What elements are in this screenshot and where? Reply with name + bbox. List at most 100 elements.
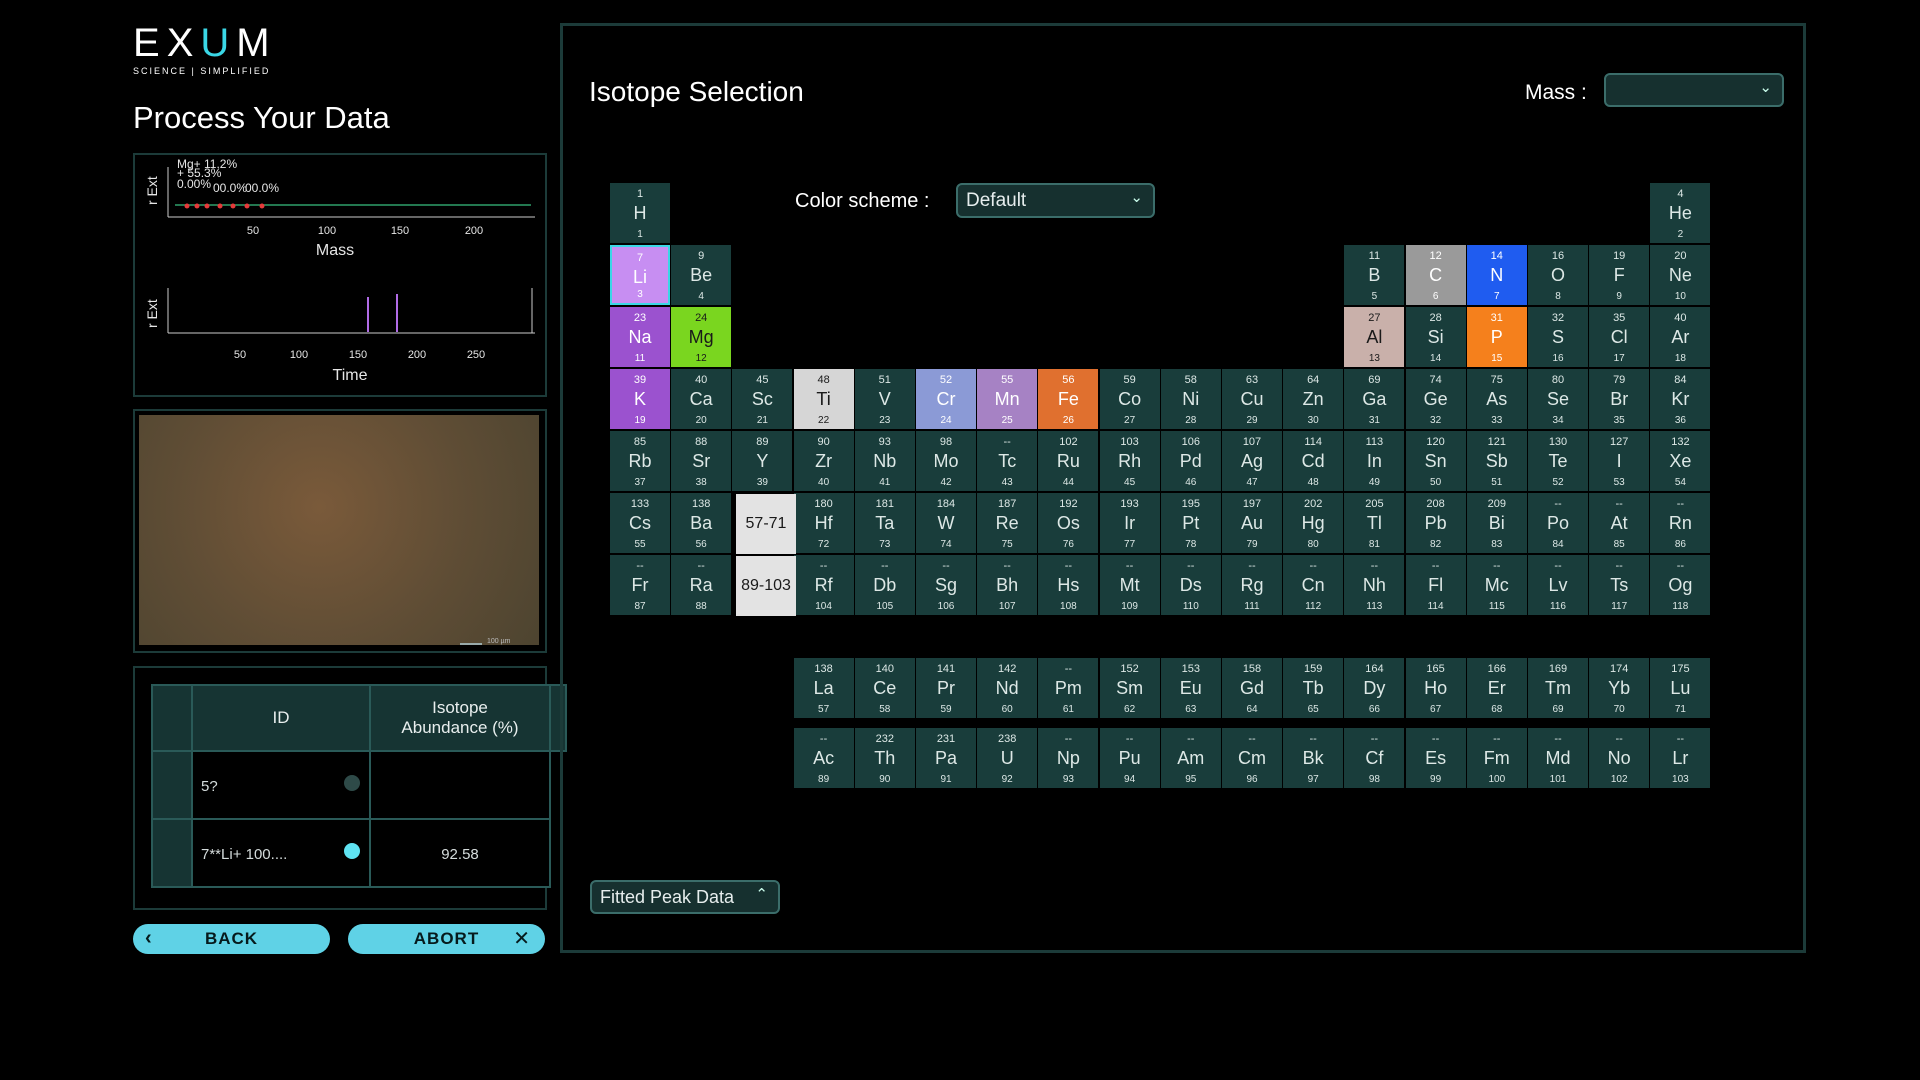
element-re[interactable]: 187 Re 75 [977,493,1038,553]
row-color-dot[interactable] [344,775,360,791]
element-sb[interactable]: 121 Sb 51 [1466,431,1527,491]
element-la[interactable]: 138 La 57 [793,658,854,718]
element-ce[interactable]: 140 Ce 58 [854,658,915,718]
element-s[interactable]: 32 S 16 [1528,307,1588,367]
element-rn[interactable]: -- Rn 86 [1650,493,1711,553]
element-tc[interactable]: -- Tc 43 [977,431,1038,491]
element-ra[interactable]: -- Ra 88 [671,555,732,615]
color-scheme-select[interactable]: Default ⌄ [956,183,1155,218]
element-hf[interactable]: 180 Hf 72 [793,493,854,553]
element-as[interactable]: 75 As 33 [1466,369,1527,429]
element-ac[interactable]: -- Ac 89 [793,728,854,788]
element-sc[interactable]: 45 Sc 21 [732,369,793,429]
element-u[interactable]: 238 U 92 [977,728,1038,788]
element-pa[interactable]: 231 Pa 91 [916,728,976,788]
element-tm[interactable]: 169 Tm 69 [1528,658,1588,718]
element-pd[interactable]: 106 Pd 46 [1160,431,1221,491]
element-p[interactable]: 31 P 15 [1466,307,1527,367]
element-pb[interactable]: 208 Pb 82 [1405,493,1466,553]
element-ge[interactable]: 74 Ge 32 [1405,369,1466,429]
element-v[interactable]: 51 V 23 [854,369,915,429]
table-header-select[interactable] [151,684,193,752]
element-ts[interactable]: -- Ts 117 [1589,555,1650,615]
element-au[interactable]: 197 Au 79 [1222,493,1282,553]
mass-select[interactable]: ⌄ [1604,73,1784,107]
element-og[interactable]: -- Og 118 [1650,555,1711,615]
table-row[interactable]: 7**Li+ 100.... [191,818,371,888]
element-ds[interactable]: -- Ds 110 [1160,555,1221,615]
element-bk[interactable]: -- Bk 97 [1283,728,1344,788]
element-cu[interactable]: 63 Cu 29 [1222,369,1282,429]
element-nb[interactable]: 93 Nb 41 [854,431,915,491]
element-cf[interactable]: -- Cf 98 [1344,728,1405,788]
element-ir[interactable]: 193 Ir 77 [1099,493,1160,553]
element-lu[interactable]: 175 Lu 71 [1650,658,1711,718]
element-at[interactable]: -- At 85 [1589,493,1650,553]
element-ar[interactable]: 40 Ar 18 [1650,307,1711,367]
element-ta[interactable]: 181 Ta 73 [854,493,915,553]
element-te[interactable]: 130 Te 52 [1528,431,1588,491]
element-nd[interactable]: 142 Nd 60 [977,658,1038,718]
element-rb[interactable]: 85 Rb 37 [610,431,670,491]
element-rf[interactable]: -- Rf 104 [793,555,854,615]
element-cr[interactable]: 52 Cr 24 [916,369,976,429]
element-o[interactable]: 16 O 8 [1528,245,1588,305]
element-po[interactable]: -- Po 84 [1528,493,1588,553]
element-mt[interactable]: -- Mt 109 [1099,555,1160,615]
element-cl[interactable]: 35 Cl 17 [1589,307,1650,367]
element-ag[interactable]: 107 Ag 47 [1222,431,1282,491]
element-cm[interactable]: -- Cm 96 [1222,728,1282,788]
element-bh[interactable]: -- Bh 107 [977,555,1038,615]
element-ne[interactable]: 20 Ne 10 [1650,245,1711,305]
element-ru[interactable]: 102 Ru 44 [1038,431,1099,491]
element-n[interactable]: 14 N 7 [1466,245,1527,305]
abort-button[interactable]: ABORT ✕ [348,924,545,954]
element-ti[interactable]: 48 Ti 22 [793,369,854,429]
table-row-selector[interactable] [151,818,193,888]
back-button[interactable]: ‹ BACK [133,924,330,954]
element-tl[interactable]: 205 Tl 81 [1344,493,1405,553]
element-k[interactable]: 39 K 19 [610,369,670,429]
element-al[interactable]: 27 Al 13 [1344,307,1405,367]
element-os[interactable]: 192 Os 76 [1038,493,1099,553]
element-ho[interactable]: 165 Ho 67 [1405,658,1466,718]
element-sm[interactable]: 152 Sm 62 [1099,658,1160,718]
element-nh[interactable]: -- Nh 113 [1344,555,1405,615]
element-er[interactable]: 166 Er 68 [1466,658,1527,718]
element-mg[interactable]: 24 Mg 12 [671,307,732,367]
element-rg[interactable]: -- Rg 111 [1222,555,1282,615]
element-c[interactable]: 12 C 6 [1405,245,1466,305]
element-fl[interactable]: -- Fl 114 [1405,555,1466,615]
element-cn[interactable]: -- Cn 112 [1283,555,1344,615]
element-mc[interactable]: -- Mc 115 [1466,555,1527,615]
element-zr[interactable]: 90 Zr 40 [793,431,854,491]
element-na[interactable]: 23 Na 11 [610,307,670,367]
element-pu[interactable]: -- Pu 94 [1099,728,1160,788]
element-pm[interactable]: -- Pm 61 [1038,658,1099,718]
element-sg[interactable]: -- Sg 106 [916,555,976,615]
element-dy[interactable]: 164 Dy 66 [1344,658,1405,718]
element-lr[interactable]: -- Lr 103 [1650,728,1711,788]
element-si[interactable]: 28 Si 14 [1405,307,1466,367]
element-sr[interactable]: 88 Sr 38 [671,431,732,491]
element-es[interactable]: -- Es 99 [1405,728,1466,788]
table-header-abundance[interactable]: Isotope Abundance (%) [369,684,551,752]
element-pr[interactable]: 141 Pr 59 [916,658,976,718]
element-xe[interactable]: 132 Xe 54 [1650,431,1711,491]
element-fr[interactable]: -- Fr 87 [610,555,670,615]
table-row[interactable]: 5? [191,750,371,820]
element-eu[interactable]: 153 Eu 63 [1160,658,1221,718]
element-ca[interactable]: 40 Ca 20 [671,369,732,429]
element-rh[interactable]: 103 Rh 45 [1099,431,1160,491]
element-co[interactable]: 59 Co 27 [1099,369,1160,429]
element-bi[interactable]: 209 Bi 83 [1466,493,1527,553]
element-no[interactable]: -- No 102 [1589,728,1650,788]
element-tb[interactable]: 159 Tb 65 [1283,658,1344,718]
element-fe[interactable]: 56 Fe 26 [1038,369,1099,429]
element-db[interactable]: -- Db 105 [854,555,915,615]
element-in[interactable]: 113 In 49 [1344,431,1405,491]
element-md[interactable]: -- Md 101 [1528,728,1588,788]
element-y[interactable]: 89 Y 39 [732,431,793,491]
element-cd[interactable]: 114 Cd 48 [1283,431,1344,491]
table-row-selector[interactable] [151,750,193,820]
